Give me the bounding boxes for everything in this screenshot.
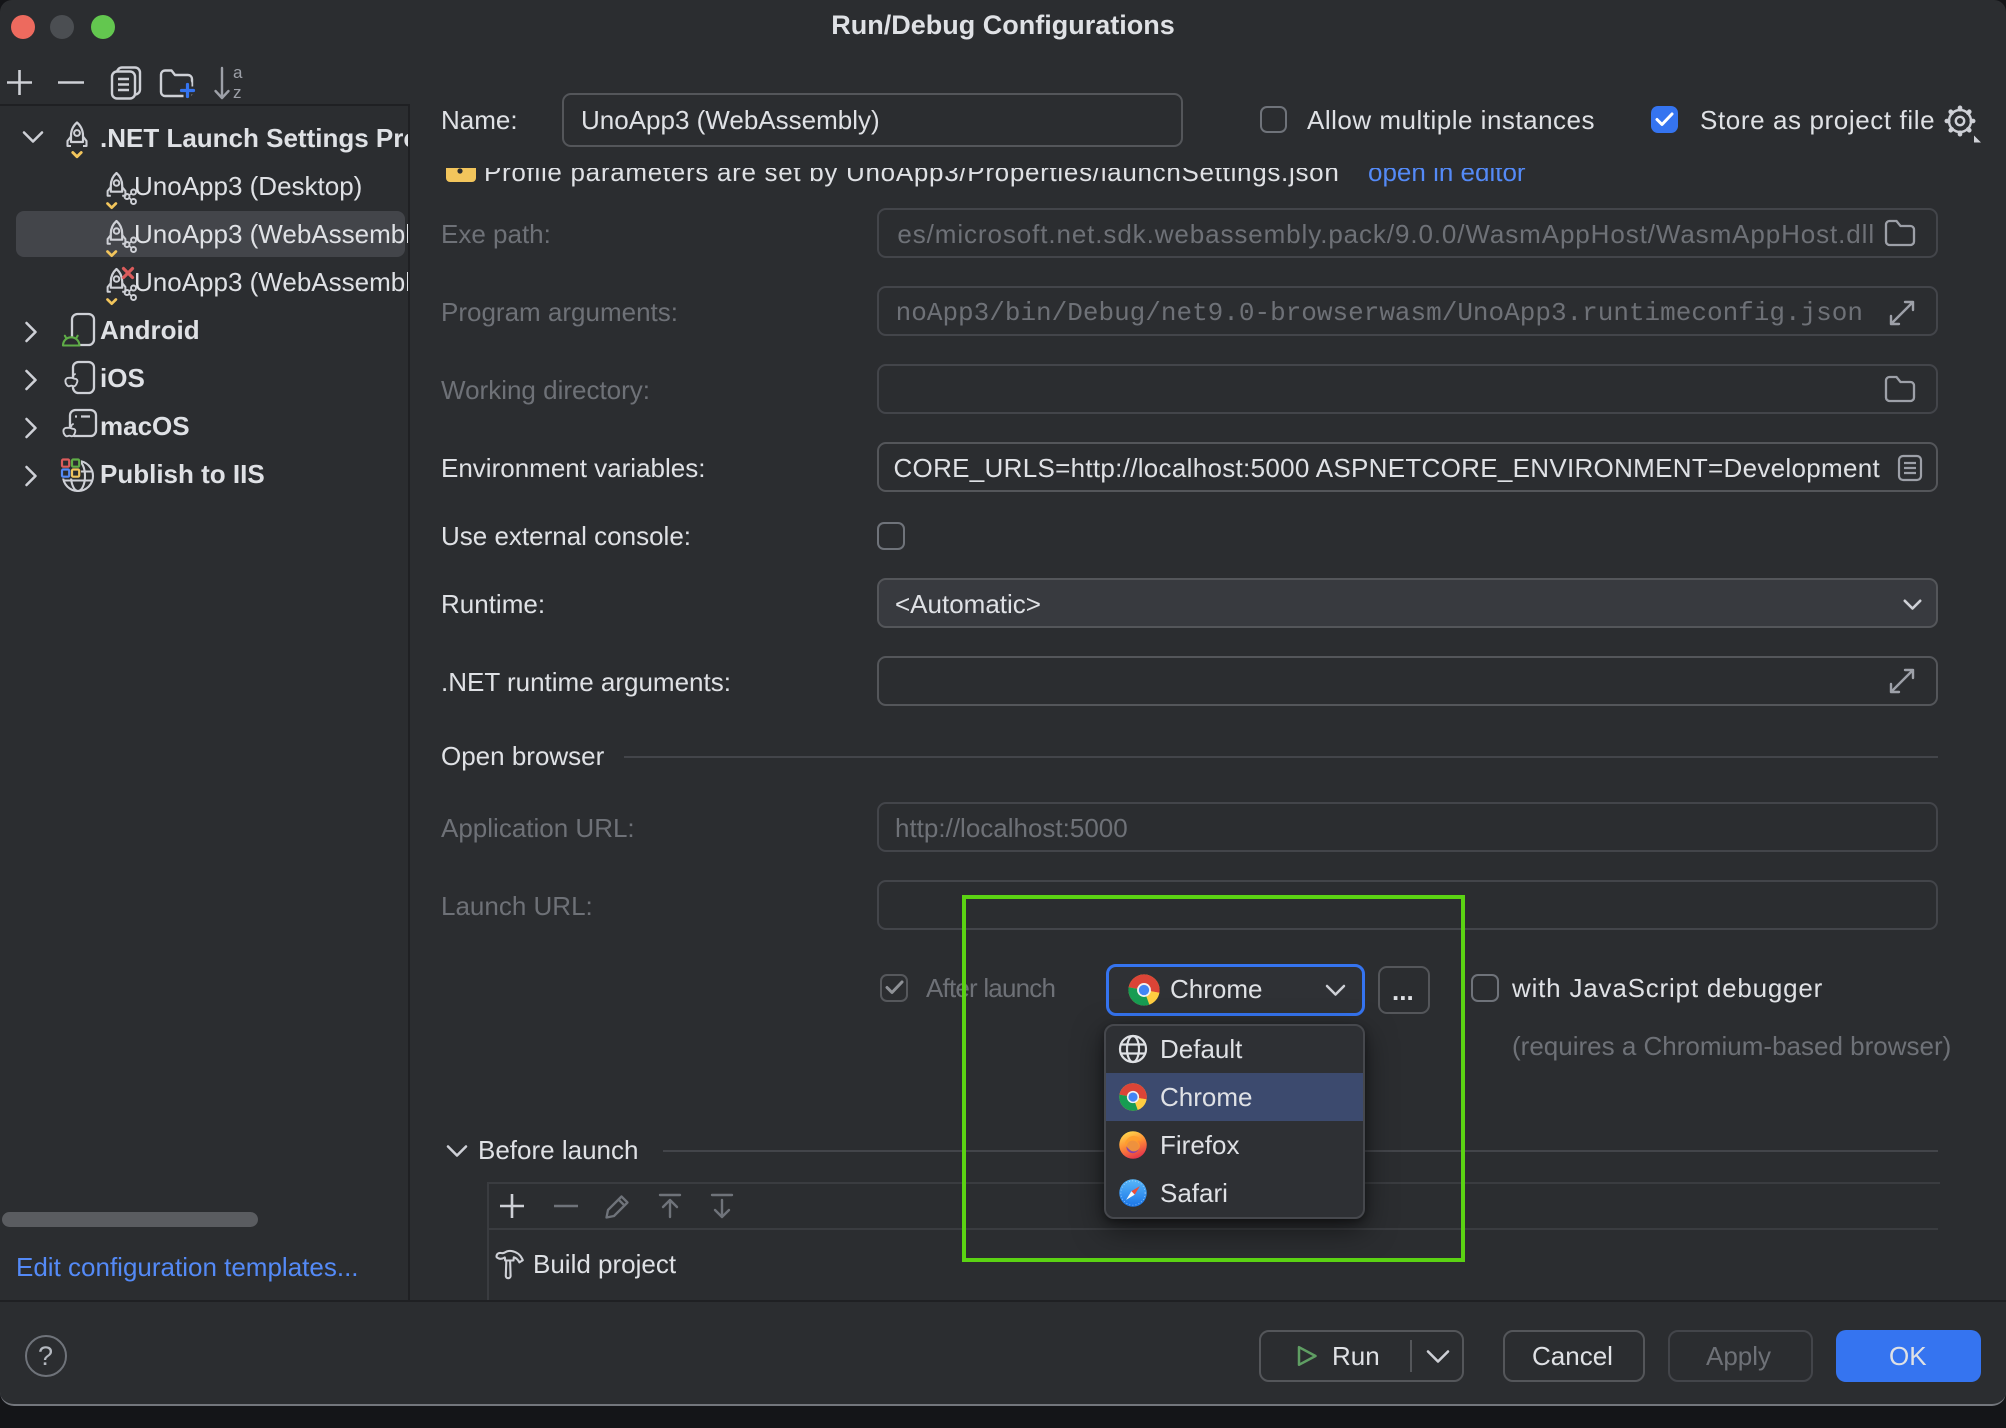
svg-text:a: a xyxy=(233,65,243,82)
svg-text:z: z xyxy=(233,83,242,102)
